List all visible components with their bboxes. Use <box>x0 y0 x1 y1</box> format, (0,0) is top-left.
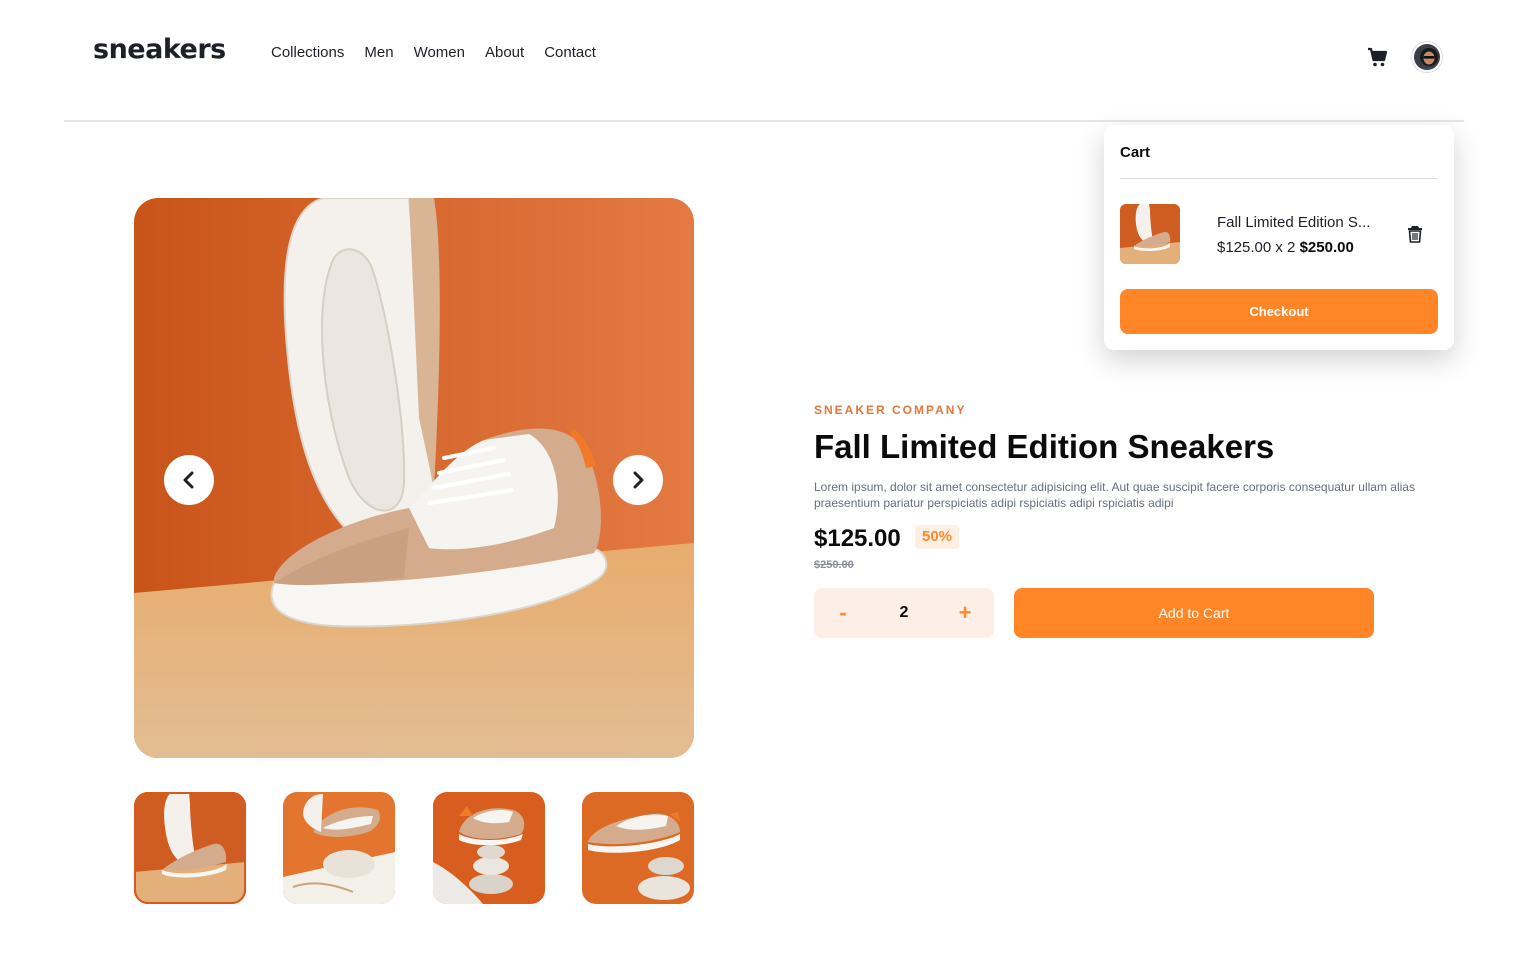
thumbnail-4[interactable] <box>581 792 694 904</box>
prev-image-button[interactable] <box>164 455 214 505</box>
add-to-cart-button[interactable]: Add to Cart <box>1014 588 1374 638</box>
product-main-image <box>134 198 694 758</box>
nav-item-collections[interactable]: Collections <box>271 44 344 61</box>
quantity-stepper: - 2 + <box>814 588 994 638</box>
cart-item-price-line: $125.00 x 2 $250.00 <box>1217 239 1354 256</box>
cart-divider <box>1120 178 1438 179</box>
company-name: SNEAKER COMPANY <box>814 403 967 417</box>
cart-item-name: Fall Limited Edition S... <box>1217 214 1371 231</box>
nav-item-about[interactable]: About <box>485 44 524 61</box>
product-title: Fall Limited Edition Sneakers <box>814 428 1275 465</box>
trash-icon[interactable] <box>1407 225 1423 243</box>
nav-item-women[interactable]: Women <box>414 44 465 61</box>
discount-badge: 50% <box>915 525 960 549</box>
quantity-value: 2 <box>899 604 909 621</box>
cart-item-thumbnail <box>1120 204 1180 264</box>
decrement-button[interactable]: - <box>834 600 852 626</box>
thumbnail-strip <box>134 792 694 904</box>
chevron-right-icon <box>633 471 644 489</box>
checkout-button[interactable]: Checkout <box>1120 289 1438 334</box>
site-header: sneakers Collections Men Women About Con… <box>64 0 1464 122</box>
increment-button[interactable]: + <box>956 600 974 626</box>
next-image-button[interactable] <box>613 455 663 505</box>
thumbnail-2[interactable] <box>283 792 396 904</box>
nav-item-men[interactable]: Men <box>364 44 393 61</box>
product-description: Lorem ipsum, dolor sit amet consectetur … <box>814 480 1415 510</box>
cart-title: Cart <box>1120 144 1151 161</box>
original-price: $250.00 <box>814 559 854 571</box>
main-nav: Collections Men Women About Contact <box>271 44 596 61</box>
cart-item-unit-qty: $125.00 x 2 <box>1217 239 1300 256</box>
chevron-left-icon <box>183 471 194 489</box>
current-price: $125.00 <box>814 525 901 552</box>
cart-item-total: $250.00 <box>1299 239 1354 256</box>
cart-dropdown: Cart Fall Limited Edition S... $125.00 x… <box>1104 125 1454 350</box>
thumbnail-3[interactable] <box>432 792 545 904</box>
thumbnail-1[interactable] <box>134 792 246 904</box>
user-avatar[interactable] <box>1412 42 1442 72</box>
cart-icon[interactable] <box>1366 46 1388 68</box>
nav-item-contact[interactable]: Contact <box>544 44 596 61</box>
brand-logo[interactable]: sneakers <box>93 34 226 65</box>
